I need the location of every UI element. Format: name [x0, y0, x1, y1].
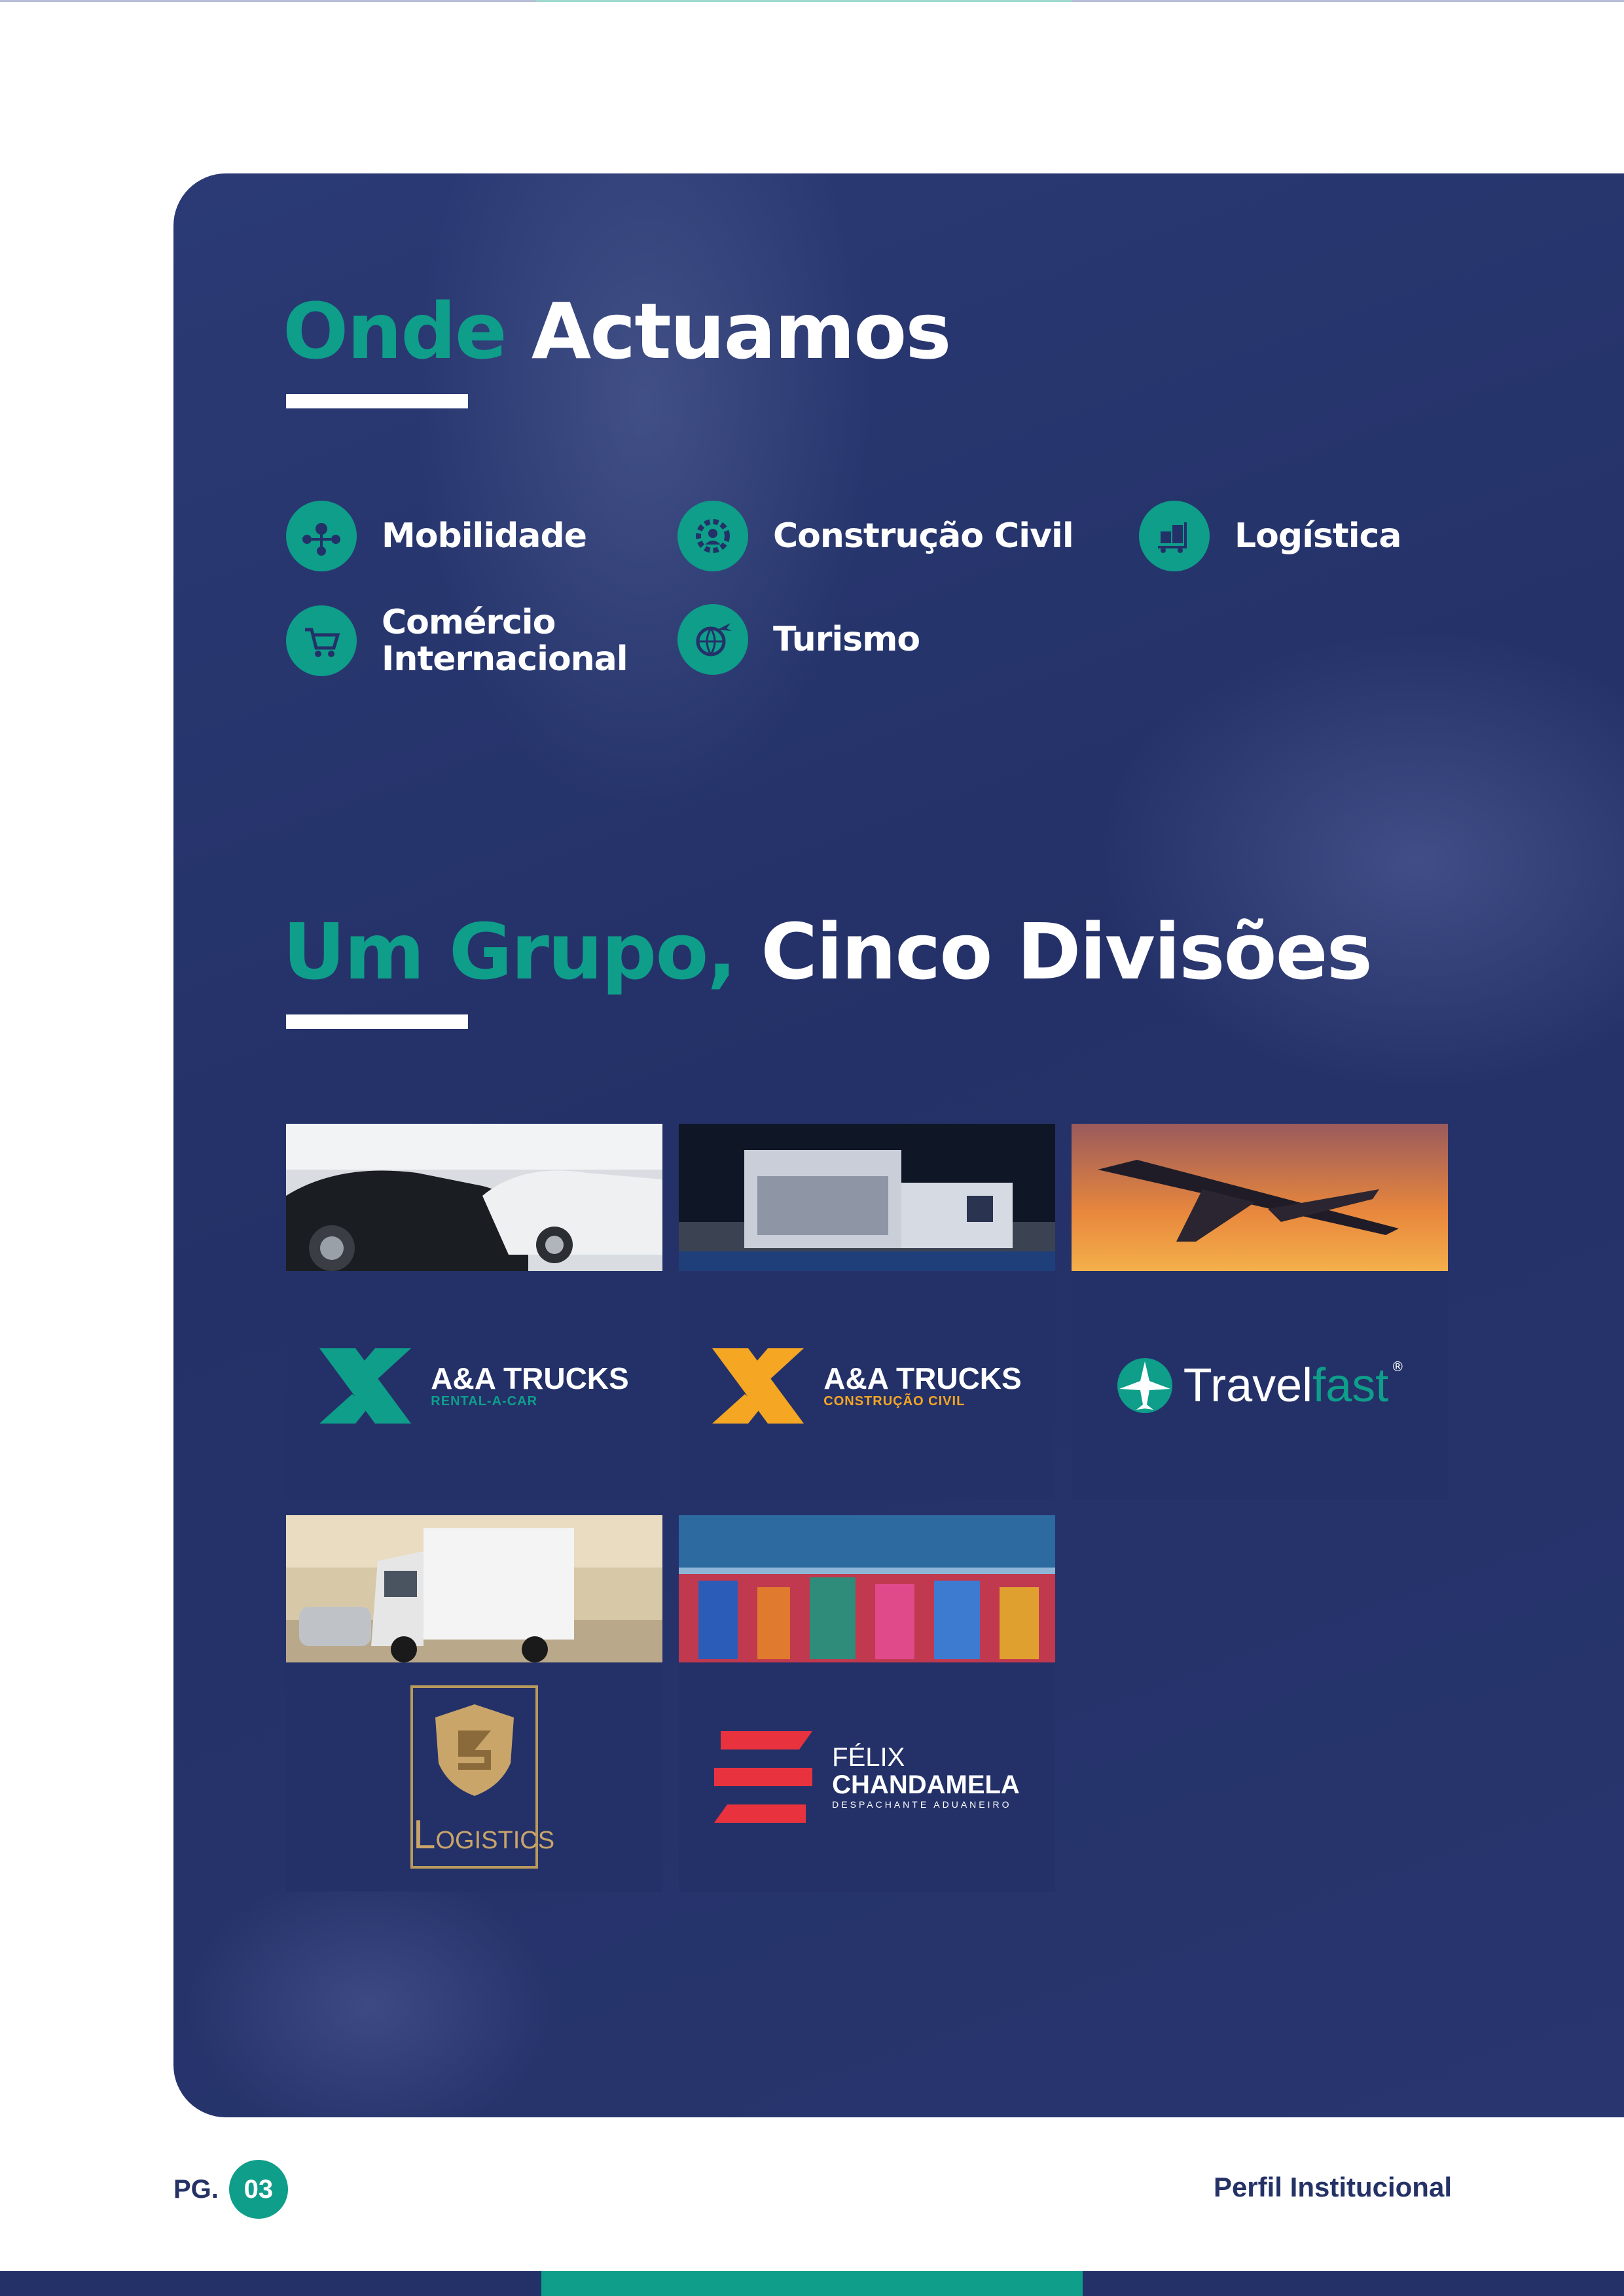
- brand-subtitle: DESPACHANTE ADUANEIRO: [832, 1799, 1012, 1810]
- brand-subtitle: RENTAL-A-CAR: [431, 1393, 538, 1408]
- division-card-construcao: A&A TRUCKS CONSTRUÇÃO CIVIL: [679, 1124, 1055, 1500]
- network-pin-icon: [286, 501, 357, 571]
- sector-comercio-internacional: Comércio Internacional: [286, 604, 628, 677]
- brand-name-part2: fast: [1312, 1359, 1389, 1412]
- sector-label-line2: Internacional: [382, 639, 628, 679]
- page-label: PG.: [173, 2174, 219, 2204]
- bar-segment-teal: [541, 2271, 1083, 2296]
- title-rest: Cinco Divisões: [761, 906, 1372, 997]
- content-panel: Onde Actuamos Mobilidade Construção Civi…: [173, 173, 1624, 2117]
- sector-construcao-civil: Construção Civil: [677, 501, 1074, 571]
- brand-name-line2: CHANDAMELA: [832, 1770, 1020, 1799]
- page-number-badge: 03: [228, 2160, 288, 2219]
- title-accent: Um Grupo,: [283, 906, 736, 997]
- bottom-color-bar: [0, 2271, 1624, 2296]
- sector-label: Construção Civil: [773, 516, 1074, 556]
- containers-port-photo: [679, 1515, 1055, 1662]
- bar-segment-navy: [0, 2271, 541, 2296]
- shield-icon: [435, 1704, 514, 1796]
- aa-trucks-rental-logo: A&A TRUCKS RENTAL-A-CAR: [286, 1271, 662, 1500]
- sector-label: Turismo: [773, 620, 920, 659]
- sector-mobilidade: Mobilidade: [286, 501, 587, 571]
- sector-label: Mobilidade: [382, 516, 587, 556]
- division-card-logistics: LOGISTICS: [286, 1515, 662, 1892]
- felix-chandamela-logo: FÉLIX CHANDAMELA DESPACHANTE ADUANEIRO: [679, 1662, 1055, 1892]
- brand-name-part1: Travel: [1183, 1359, 1313, 1412]
- title-underline: [286, 394, 468, 408]
- brand-name: A&A TRUCKS: [431, 1361, 629, 1395]
- brand-name: A&A TRUCKS: [823, 1361, 1022, 1395]
- logistics-initial: L: [413, 1812, 436, 1857]
- aa-trucks-construcao-logo: A&A TRUCKS CONSTRUÇÃO CIVIL: [679, 1271, 1055, 1500]
- title-underline: [286, 1014, 468, 1029]
- brand-name-line1: FÉLIX: [832, 1743, 905, 1772]
- truck-photo: [286, 1515, 662, 1662]
- document-title: Perfil Institucional: [1213, 2172, 1452, 2202]
- logistics-logo: LOGISTICS: [286, 1662, 662, 1892]
- globe-airplane-icon: [1117, 1358, 1172, 1413]
- cars-showroom-photo: [286, 1124, 662, 1271]
- title-accent: Onde: [283, 286, 507, 376]
- cart-boxes-icon: [1139, 501, 1210, 571]
- section-title-onde-actuamos: Onde Actuamos: [283, 286, 952, 376]
- division-card-felix-chandamela: FÉLIX CHANDAMELA DESPACHANTE ADUANEIRO: [679, 1515, 1055, 1892]
- sector-label: Comércio Internacional: [382, 604, 628, 677]
- sector-label-line1: Comércio: [382, 603, 556, 642]
- top-rule: [0, 0, 1624, 2]
- section-title-um-grupo: Um Grupo, Cinco Divisões: [283, 906, 1373, 997]
- travelfast-logo: Travel fast ®: [1072, 1271, 1448, 1500]
- shopping-cart-icon: [286, 605, 357, 676]
- division-card-rental: A&A TRUCKS RENTAL-A-CAR: [286, 1124, 662, 1500]
- globe-plane-icon: [677, 604, 748, 675]
- gear-worker-icon: [677, 501, 748, 571]
- sector-turismo: Turismo: [677, 604, 920, 675]
- fc-mark-icon: [714, 1731, 813, 1823]
- sector-label: Logística: [1235, 516, 1401, 556]
- bar-segment-navy: [1083, 2271, 1624, 2296]
- building-night-photo: [679, 1124, 1055, 1271]
- brand-name: OGISTICS: [435, 1827, 555, 1854]
- title-rest: Actuamos: [531, 286, 952, 376]
- brand-subtitle: CONSTRUÇÃO CIVIL: [823, 1393, 965, 1408]
- division-card-travelfast: Travel fast ®: [1072, 1124, 1448, 1500]
- sector-logistica: Logística: [1139, 501, 1401, 571]
- logistics-frame: LOGISTICS: [410, 1685, 554, 1869]
- page-indicator: PG. 03: [173, 2160, 288, 2219]
- aa-trucks-mark-icon: [712, 1348, 804, 1424]
- airplane-sunset-photo: [1072, 1124, 1448, 1271]
- aa-trucks-mark-icon: [319, 1348, 412, 1424]
- registered-mark: ®: [1391, 1359, 1405, 1374]
